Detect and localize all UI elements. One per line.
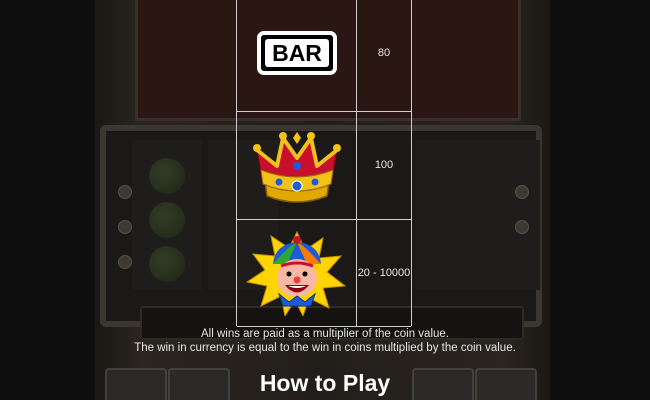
crown-symbol-icon <box>252 131 341 203</box>
payout-value: 80 <box>377 46 391 59</box>
symbol-cell: BAR <box>237 0 357 111</box>
paytable-note: The win in currency is equal to the win … <box>134 342 516 354</box>
symbol-cell <box>237 220 357 326</box>
lamp-icon <box>118 185 132 199</box>
lamp-icon <box>515 220 529 234</box>
paytable-row: 100 <box>237 112 411 220</box>
section-title: How to Play <box>259 370 391 396</box>
jester-symbol-icon <box>245 230 346 316</box>
lamp-icon <box>118 255 132 269</box>
paytable: BAR 80 100 20 - 10000 <box>236 0 412 327</box>
paytable-row: BAR 80 <box>237 0 411 112</box>
payout-value: 100 <box>374 159 394 171</box>
paytable-note: All wins are paid as a multiplier of the… <box>200 328 449 340</box>
lamp-icon <box>118 220 132 234</box>
paytable-row: 20 - 10000 <box>237 220 411 327</box>
reel <box>470 140 540 290</box>
symbol-cell <box>237 112 357 219</box>
bar-symbol-icon: BAR <box>256 31 337 75</box>
reel <box>132 140 202 290</box>
lamp-icon <box>515 185 529 199</box>
payout-value: 20 - 10000 <box>357 266 411 279</box>
bar-symbol-text: BAR <box>272 40 322 66</box>
